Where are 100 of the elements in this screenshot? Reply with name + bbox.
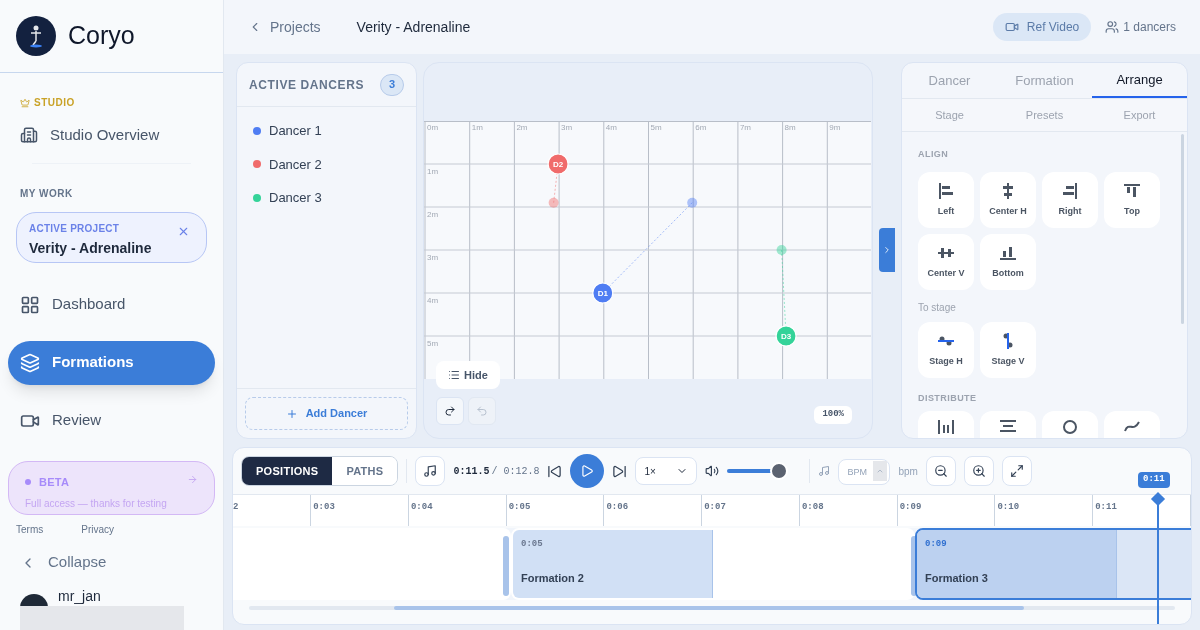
ruler-label: 0:06 xyxy=(605,501,630,514)
users-icon xyxy=(1105,20,1120,34)
list-icon xyxy=(448,369,460,381)
video-icon xyxy=(1004,20,1019,34)
skip-forward-icon[interactable] xyxy=(612,463,628,479)
panel-title: ACTIVE DANCERS xyxy=(249,76,365,94)
formation-clip[interactable]: 0:05 Formation 2 xyxy=(511,528,915,600)
zoom-out-icon xyxy=(933,464,948,478)
playhead-time: 0:11 xyxy=(1138,472,1170,488)
building-icon xyxy=(20,126,38,145)
dancer-name[interactable]: Dancer 3 xyxy=(269,188,322,208)
clip-label: Formation 3 xyxy=(925,570,989,586)
project-name: Verity - Adrenaline xyxy=(29,238,153,258)
clip-label: Formation 2 xyxy=(521,570,585,586)
axis-label: 1m xyxy=(427,167,439,176)
axis-label: 5m xyxy=(427,339,439,348)
hide-button[interactable]: Hide xyxy=(436,361,500,389)
align-button[interactable]: Left xyxy=(918,171,974,228)
align-button[interactable]: Bottom xyxy=(980,233,1036,290)
nav-icon xyxy=(20,352,40,373)
dancer-marker[interactable]: D1 xyxy=(592,282,614,304)
align-button[interactable]: Center V xyxy=(918,233,974,290)
axis-label: 3m xyxy=(427,253,439,262)
expand-icon xyxy=(1009,464,1024,478)
formation-clip[interactable]: 0:09 Formation 3 xyxy=(915,528,1191,600)
fullscreen-button[interactable] xyxy=(1001,456,1032,486)
dancer-name[interactable]: Dancer 1 xyxy=(269,121,322,141)
dancer-name[interactable]: Dancer 2 xyxy=(269,154,322,174)
axis-label: 4m xyxy=(427,296,439,305)
nav-item[interactable]: Review xyxy=(8,398,215,443)
music-button[interactable] xyxy=(415,456,446,486)
ghost-position-icon xyxy=(776,245,787,255)
logo-icon xyxy=(16,16,56,56)
ref-video-button[interactable]: Ref Video xyxy=(992,13,1092,41)
active-project-card[interactable]: ACTIVE PROJECT Verity - Adrenaline xyxy=(16,211,207,263)
ruler-label: 0:08 xyxy=(800,501,825,514)
footer-link[interactable]: Privacy xyxy=(81,522,115,538)
redo-icon xyxy=(444,405,456,417)
scrollbar-icon[interactable] xyxy=(1181,134,1184,324)
zoom-in-icon xyxy=(971,464,986,478)
align-button[interactable]: Right xyxy=(1042,171,1098,228)
align-button[interactable]: Top xyxy=(1104,171,1160,228)
ruler-label: 0:09 xyxy=(898,501,923,514)
axis-label: 0m xyxy=(427,123,439,132)
nav-item[interactable]: Formations xyxy=(8,340,215,385)
nav-item[interactable]: Studio Overview xyxy=(8,120,215,151)
music-icon xyxy=(423,464,438,478)
mode-toggle[interactable]: PATHS xyxy=(332,457,398,485)
axis-label: 6m xyxy=(695,123,707,132)
footer-link[interactable]: Terms xyxy=(16,522,44,538)
count-badge: 3 xyxy=(380,73,404,96)
ghost-position-icon xyxy=(687,197,698,208)
redo-button[interactable] xyxy=(436,397,464,425)
arrow-icon xyxy=(187,473,198,485)
axis-label: 3m xyxy=(561,123,573,132)
current-time: 0:11.5 xyxy=(453,464,490,479)
ruler-label: 0:10 xyxy=(996,501,1021,514)
music-icon xyxy=(818,465,831,477)
play-icon xyxy=(580,464,595,478)
section-label: STUDIO xyxy=(34,96,75,110)
plus-icon xyxy=(285,407,298,420)
back-link[interactable]: Projects xyxy=(248,16,321,38)
mode-toggle[interactable]: POSITIONS xyxy=(242,457,333,485)
total-time: / 0:12.8 xyxy=(491,464,540,479)
section-label: MY WORK xyxy=(19,186,74,201)
nav-icon xyxy=(20,294,40,315)
nav-item[interactable]: Dashboard xyxy=(8,282,215,327)
ruler-label: 0:04 xyxy=(409,501,434,514)
align-button[interactable]: Center H xyxy=(980,171,1036,228)
stage-align-button[interactable]: Stage V xyxy=(980,321,1036,378)
undo-icon xyxy=(476,405,488,417)
user-name: mr_jan xyxy=(58,587,101,604)
dancer-count: 1 dancers xyxy=(1123,19,1176,36)
speed-select[interactable]: 1× xyxy=(635,457,698,485)
zoom-out-button[interactable] xyxy=(925,456,956,486)
axis-label: 2m xyxy=(427,210,439,219)
section-title: ALIGN xyxy=(918,148,950,161)
beta-label: BETA xyxy=(39,474,70,490)
section-title: DISTRIBUTE xyxy=(918,391,978,405)
axis-label: 9m xyxy=(829,123,841,132)
scrollbar-thumb[interactable] xyxy=(394,606,1024,610)
volume-icon xyxy=(705,464,720,478)
axis-label: 1m xyxy=(471,123,483,132)
zoom-in-button[interactable] xyxy=(963,456,994,486)
stage-align-button[interactable]: Stage H xyxy=(918,321,974,378)
zoom-level: 100% xyxy=(814,406,852,424)
resize-handle[interactable] xyxy=(503,536,509,596)
add-dancer-button[interactable]: Add Dancer xyxy=(245,397,408,430)
clip-start-time: 0:09 xyxy=(925,538,948,551)
skip-back-icon[interactable] xyxy=(547,463,563,479)
align-icon xyxy=(1060,180,1080,201)
ruler-label: 0:05 xyxy=(507,501,532,514)
ruler-label: 0:03 xyxy=(312,501,336,514)
ghost-position-icon xyxy=(548,197,559,208)
collapse-button[interactable]: Collapse xyxy=(0,551,223,574)
card-label: ACTIVE PROJECT xyxy=(29,221,120,236)
crown-icon xyxy=(20,97,30,108)
play-button[interactable] xyxy=(570,454,605,488)
section-title: To stage xyxy=(918,300,957,315)
axis-label: 5m xyxy=(650,123,662,132)
